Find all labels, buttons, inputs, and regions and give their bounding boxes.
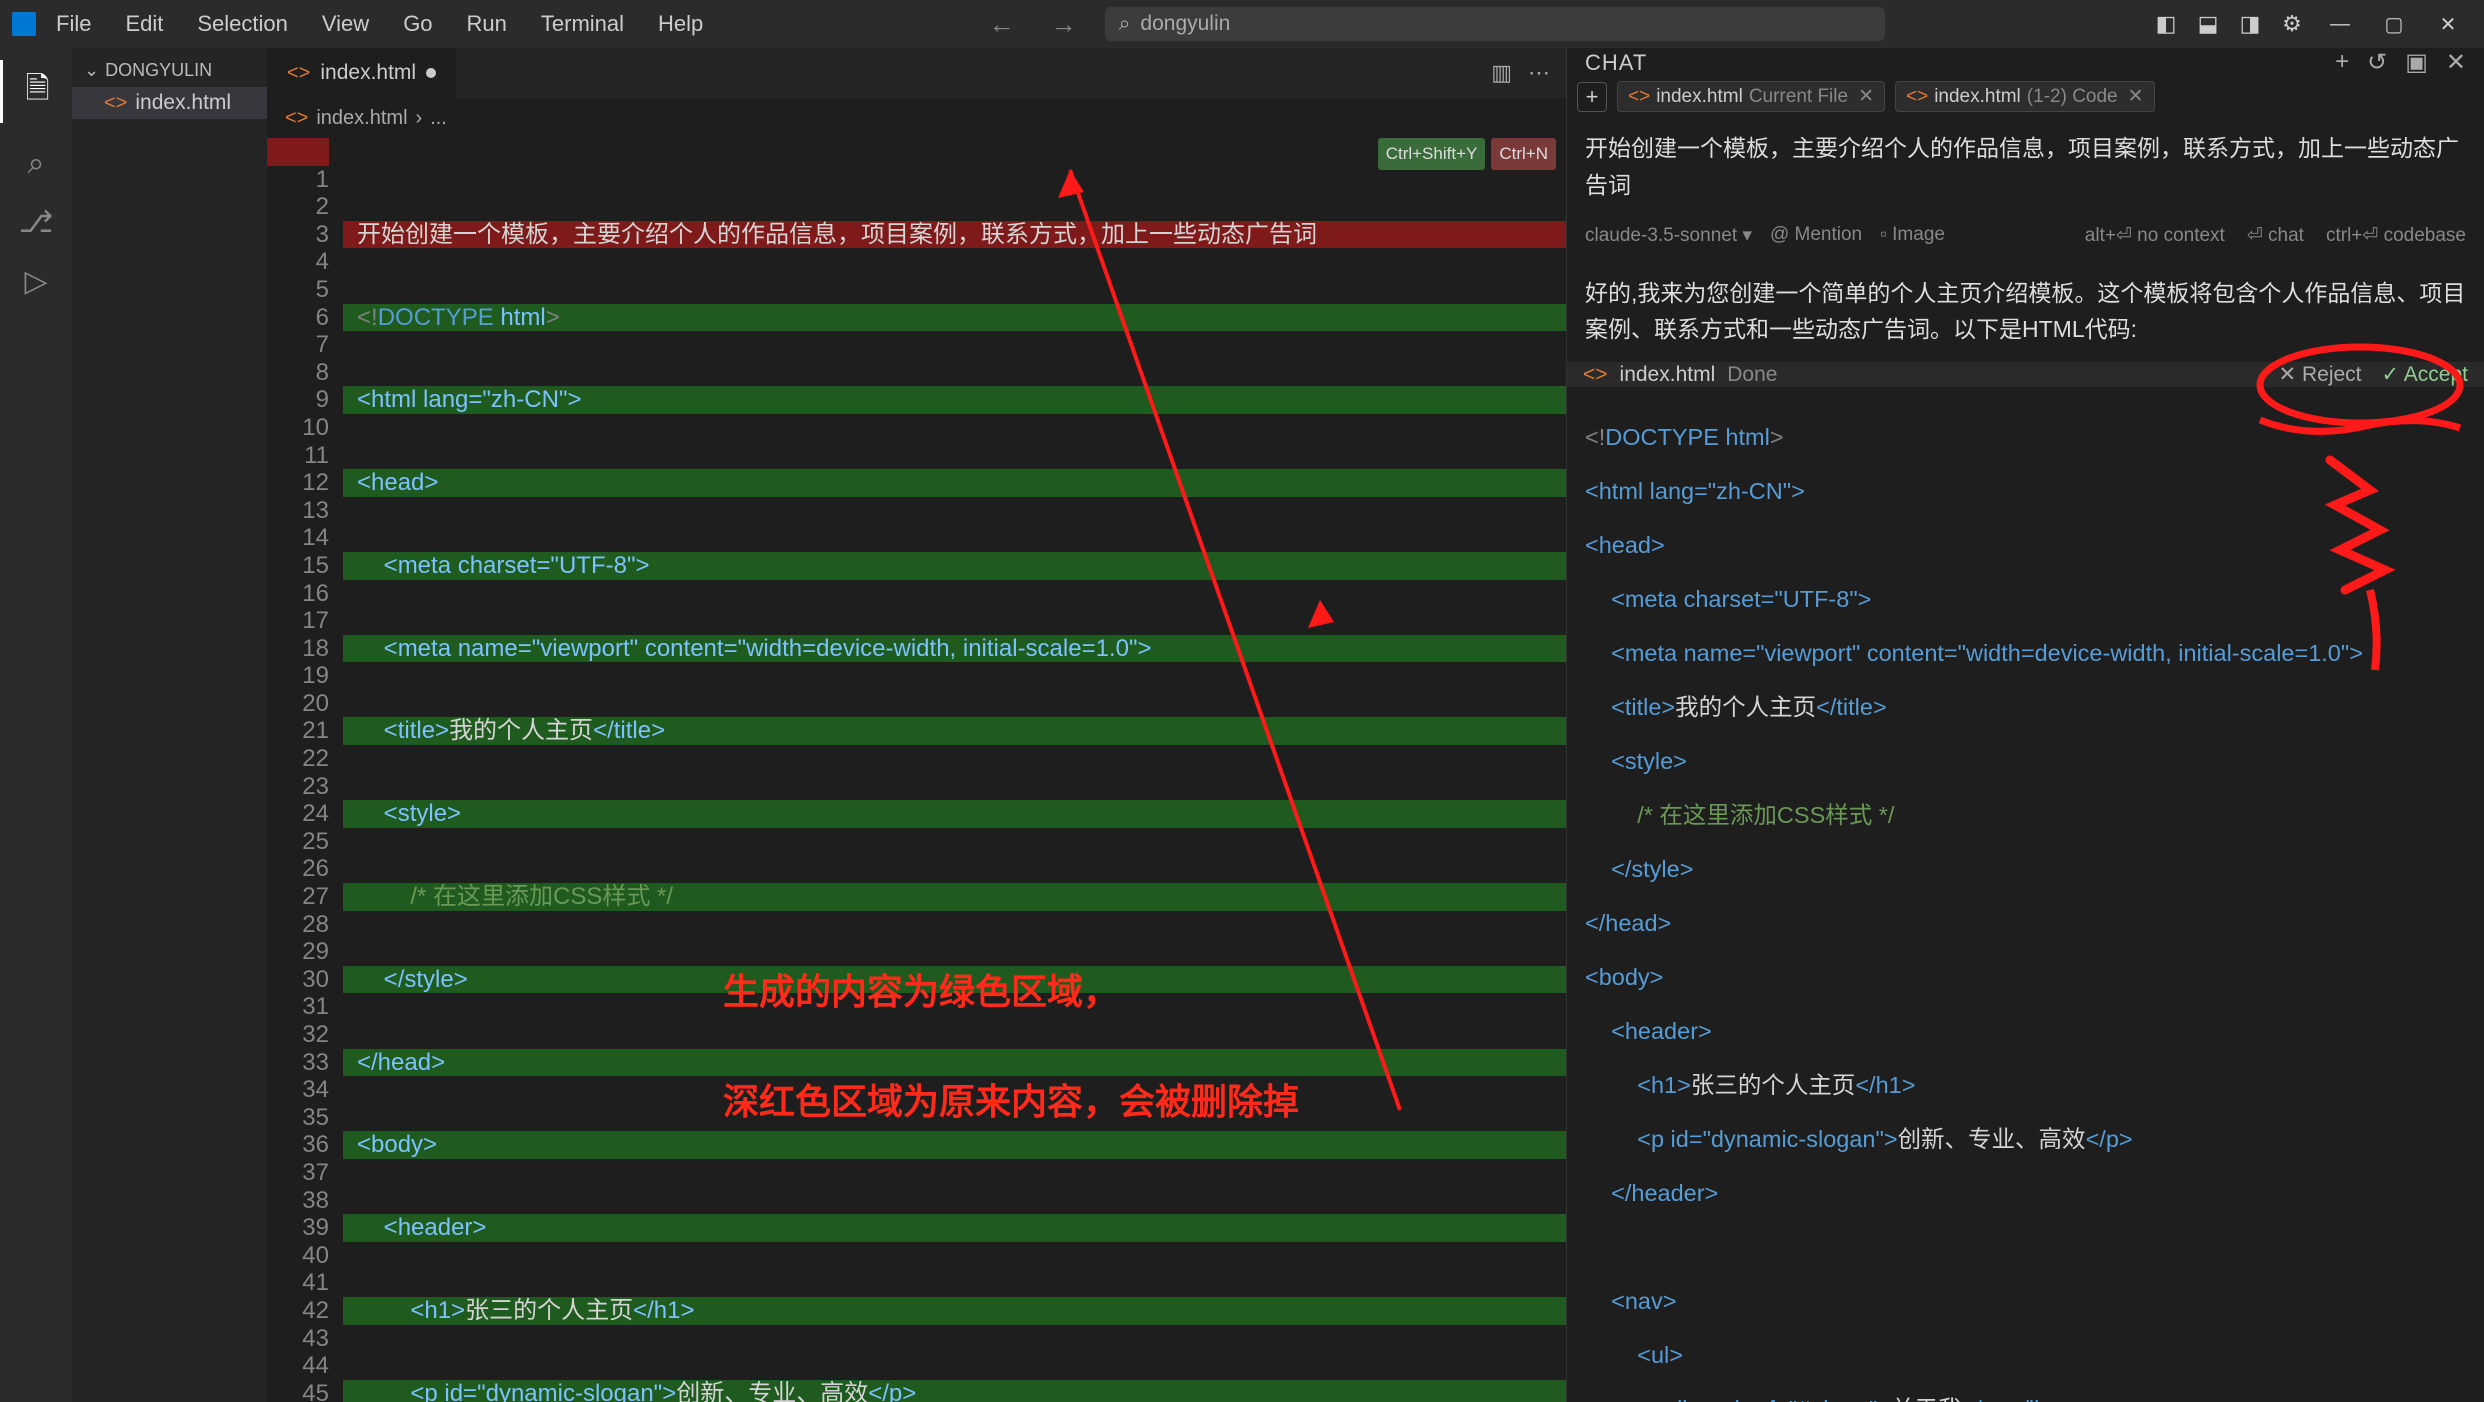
dirty-dot-icon — [426, 68, 436, 78]
shortcut-reject-badge: Ctrl+N — [1491, 138, 1556, 170]
gear-icon[interactable]: ⚙ — [2274, 6, 2310, 42]
menu-go[interactable]: Go — [389, 5, 446, 43]
menu-selection[interactable]: Selection — [183, 5, 302, 43]
search-activity-icon[interactable]: ⌕ — [28, 147, 45, 181]
deleted-line-text: 开始创建一个模板，主要介绍个人的作品信息，项目案例，联系方式，加上一些动态广告词 — [357, 221, 1317, 248]
menu-help[interactable]: Help — [644, 5, 717, 43]
reject-button[interactable]: ✕ Reject — [2279, 362, 2362, 387]
context-filename: index.html — [1656, 86, 1743, 108]
line-gutter: 1234567891011121314151617181920212223242… — [267, 138, 343, 1402]
close-chat-icon[interactable]: ✕ — [2446, 48, 2466, 77]
image-button[interactable]: ▫ Image — [1880, 224, 1945, 246]
html-file-icon: <> — [1583, 363, 1608, 387]
context-tab-range[interactable]: <> index.html (1-2) Code ✕ — [1895, 81, 2155, 112]
command-search-input[interactable]: ⌕ dongyulin — [1105, 7, 1885, 41]
code-content[interactable]: Ctrl+Shift+Y Ctrl+N 开始创建一个模板，主要介绍个人的作品信息… — [343, 138, 1566, 1402]
maximize-button[interactable]: ▢ — [2370, 0, 2418, 48]
chat-code-block[interactable]: <!DOCTYPE html> <html lang="zh-CN"> <hea… — [1567, 387, 2484, 1402]
activity-bar: 🗎 ⌕ ⎇ ▷ — [0, 48, 72, 1402]
accept-button[interactable]: ✓ Accept — [2382, 362, 2468, 387]
breadcrumb-more: ... — [430, 107, 447, 130]
layout-left-icon[interactable]: ◧ — [2148, 6, 2184, 42]
layout-bottom-icon[interactable]: ⬓ — [2190, 6, 2226, 42]
editor-area: <> index.html ▥ ⋯ <> index.html › ... 12… — [267, 48, 1566, 1402]
context-suffix: (1-2) Code — [2027, 86, 2118, 108]
model-selector[interactable]: claude-3.5-sonnet ▾ — [1585, 224, 1752, 247]
minimize-button[interactable]: — — [2316, 0, 2364, 48]
html-file-icon: <> — [1628, 86, 1650, 108]
code-filename: index.html — [1620, 363, 1716, 387]
layout-icon[interactable]: ▣ — [2405, 48, 2428, 77]
breadcrumb[interactable]: <> index.html › ... — [267, 98, 1566, 138]
close-icon[interactable]: ✕ — [1858, 85, 1874, 108]
add-context-button[interactable]: + — [1577, 82, 1607, 112]
context-tab-current[interactable]: <> index.html Current File ✕ — [1617, 81, 1885, 112]
history-icon[interactable]: ↺ — [2367, 48, 2387, 77]
hint-chat: ⏎ chat — [2247, 224, 2304, 247]
chat-panel: CHAT + ↺ ▣ ✕ + <> index.html Current Fil… — [1566, 48, 2484, 1402]
source-control-icon[interactable]: ⎇ — [19, 205, 54, 240]
folder-header[interactable]: ⌄ DONGYULIN — [72, 54, 267, 87]
debug-icon[interactable]: ▷ — [24, 264, 47, 299]
mention-button[interactable]: @ Mention — [1770, 224, 1862, 246]
file-item-index[interactable]: <> index.html — [72, 87, 267, 119]
menu-view[interactable]: View — [308, 5, 383, 43]
breadcrumb-file: index.html — [316, 107, 407, 130]
chat-user-prompt: 开始创建一个模板，主要介绍个人的作品信息，项目案例，联系方式，加上一些动态广告词 — [1567, 116, 2484, 218]
menu-file[interactable]: File — [42, 5, 105, 43]
sidebar-explorer: ⌄ DONGYULIN <> index.html — [72, 48, 267, 1402]
code-status: Done — [1727, 363, 1777, 387]
menu-edit[interactable]: Edit — [111, 5, 177, 43]
tab-bar: <> index.html ▥ ⋯ — [267, 48, 1566, 98]
html-file-icon: <> — [287, 62, 310, 85]
vscode-logo-icon — [12, 12, 36, 36]
hint-codebase: ctrl+⏎ codebase — [2326, 224, 2466, 247]
menu-terminal[interactable]: Terminal — [527, 5, 638, 43]
search-icon: ⌕ — [1119, 12, 1131, 36]
file-label: index.html — [135, 91, 231, 115]
context-suffix: Current File — [1749, 86, 1848, 108]
context-filename: index.html — [1934, 86, 2021, 108]
html-file-icon: <> — [104, 92, 127, 115]
chat-assistant-response: 好的,我来为您创建一个简单的个人主页介绍模板。这个模板将包含个人作品信息、项目案… — [1567, 261, 2484, 363]
close-icon[interactable]: ✕ — [2128, 85, 2144, 108]
explorer-icon[interactable]: 🗎 — [0, 60, 72, 123]
new-chat-icon[interactable]: + — [2335, 48, 2349, 77]
nav-back-icon[interactable]: ← — [981, 9, 1023, 40]
chat-title: CHAT — [1585, 50, 1647, 76]
search-text: dongyulin — [1140, 12, 1230, 36]
chevron-right-icon: › — [416, 107, 423, 130]
menu-run[interactable]: Run — [453, 5, 521, 43]
shortcut-accept-badge: Ctrl+Shift+Y — [1378, 138, 1486, 170]
nav-forward-icon[interactable]: → — [1043, 9, 1085, 40]
title-bar: File Edit Selection View Go Run Terminal… — [0, 0, 2484, 48]
html-file-icon: <> — [1906, 86, 1928, 108]
folder-name: DONGYULIN — [105, 60, 212, 81]
layout-right-icon[interactable]: ◨ — [2232, 6, 2268, 42]
hint-no-context: alt+⏎ no context — [2085, 224, 2225, 247]
chat-code-header: <> index.html Done ✕ Reject ✓ Accept — [1567, 362, 2484, 387]
close-button[interactable]: ✕ — [2424, 0, 2472, 48]
chevron-down-icon: ⌄ — [84, 60, 99, 81]
annotation-2: 深红色区域为原来内容，会被删除掉 — [723, 1088, 1299, 1116]
code-editor[interactable]: 1234567891011121314151617181920212223242… — [267, 138, 1566, 1402]
more-actions-icon[interactable]: ⋯ — [1528, 60, 1550, 86]
tab-label: index.html — [320, 61, 416, 85]
split-editor-icon[interactable]: ▥ — [1491, 60, 1512, 86]
tab-index-html[interactable]: <> index.html — [267, 48, 457, 98]
html-file-icon: <> — [285, 107, 308, 130]
